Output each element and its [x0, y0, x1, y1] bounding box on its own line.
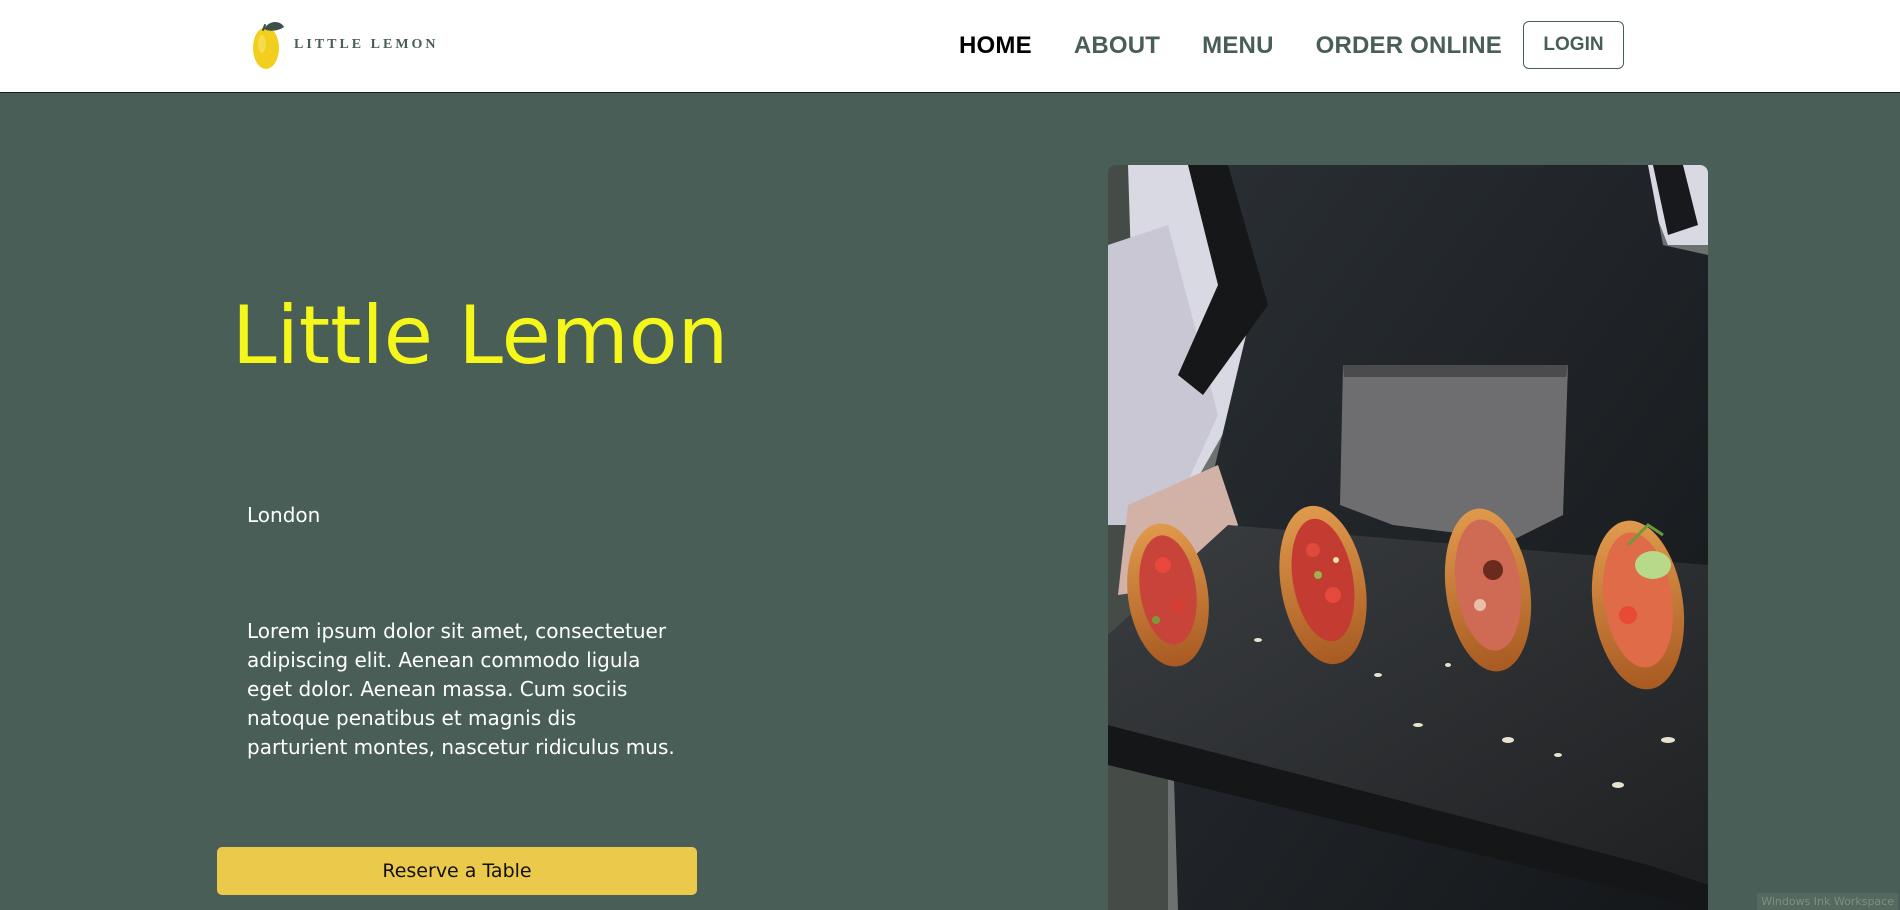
- nav-order-online[interactable]: ORDER ONLINE: [1316, 32, 1502, 60]
- login-button[interactable]: LOGIN: [1523, 21, 1624, 69]
- hero-image: [1108, 165, 1708, 910]
- nav-about[interactable]: ABOUT: [1074, 32, 1160, 60]
- logo-link[interactable]: LITTLE LEMON: [250, 18, 439, 72]
- hero-title: Little Lemon: [232, 289, 729, 382]
- main-nav: HOME ABOUT MENU ORDER ONLINE: [959, 0, 1544, 91]
- site-header: LITTLE LEMON HOME ABOUT MENU ORDER ONLIN…: [0, 0, 1900, 93]
- hero-description: Lorem ipsum dolor sit amet, consectetuer…: [247, 619, 675, 759]
- hero-section: Little Lemon London Lorem ipsum dolor si…: [0, 93, 1900, 910]
- nav-home[interactable]: HOME: [959, 32, 1032, 60]
- windows-ink-workspace-label[interactable]: Windows Ink Workspace: [1757, 893, 1898, 910]
- reserve-table-button[interactable]: Reserve a Table: [217, 847, 697, 895]
- nav-menu[interactable]: MENU: [1202, 32, 1273, 60]
- logo-text: LITTLE LEMON: [294, 37, 439, 52]
- hero-city: London: [247, 503, 321, 527]
- lemon-logo-icon: [253, 22, 284, 69]
- food-platter-photo-icon: [1108, 165, 1708, 910]
